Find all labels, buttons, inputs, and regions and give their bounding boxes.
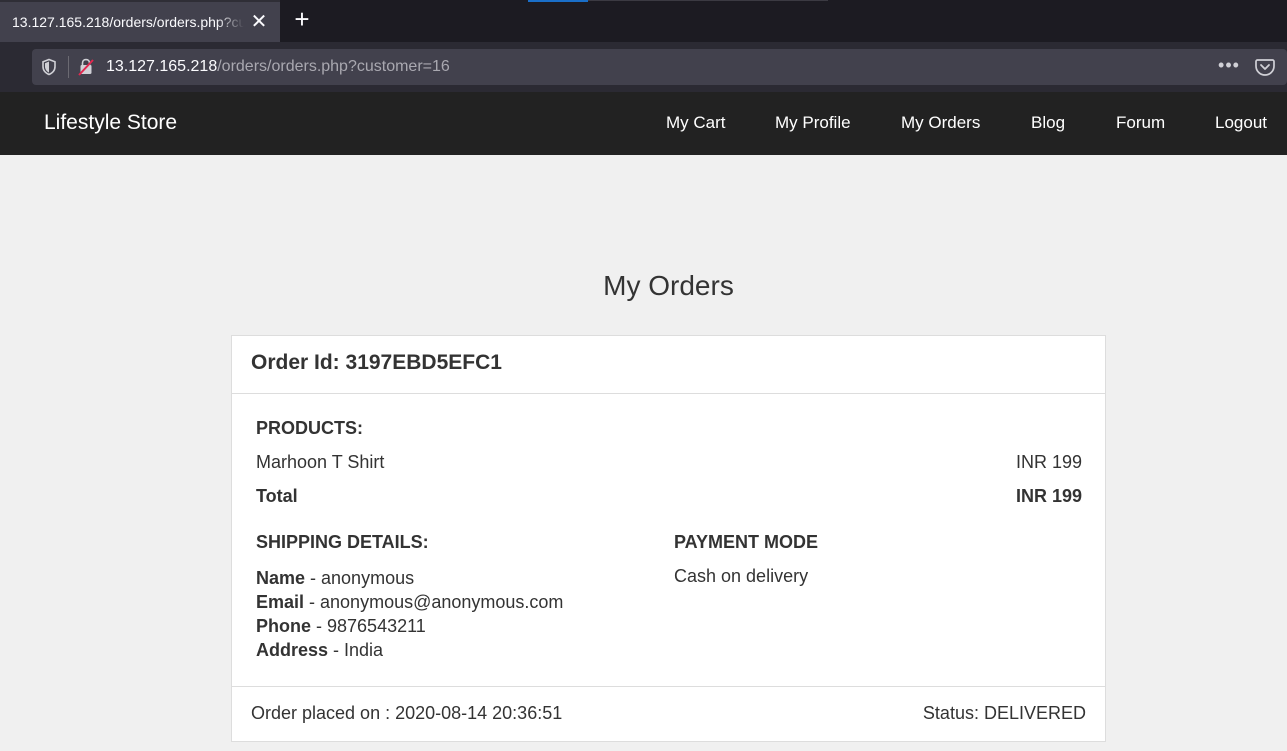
- shipping-address-label: Address: [256, 640, 329, 660]
- total-row: Total INR 199: [256, 486, 1082, 507]
- nav-forum[interactable]: Forum: [1116, 113, 1165, 133]
- tabbar-topline: [588, 0, 828, 1]
- brand-logo[interactable]: Lifestyle Store: [44, 111, 177, 135]
- url-separator: [68, 56, 69, 78]
- total-value: INR 199: [1015, 486, 1082, 506]
- order-panel: Order Id: 3197EBD5EFC1 PRODUCTS: Marhoon…: [231, 335, 1106, 742]
- tab-title: 13.127.165.218/orders/orders.php?custome…: [12, 14, 244, 30]
- more-icon[interactable]: •••: [1218, 55, 1240, 77]
- nav-my-cart[interactable]: My Cart: [666, 113, 726, 133]
- url-text[interactable]: 13.127.165.218/orders/orders.php?custome…: [106, 58, 450, 76]
- nav-logout[interactable]: Logout: [1215, 113, 1267, 133]
- pocket-icon[interactable]: [1254, 56, 1276, 78]
- shipping-email-line: Email - anonymous@anonymous.com: [256, 590, 563, 614]
- product-row: Marhoon T Shirt INR 199: [256, 452, 1082, 473]
- insecure-lock-icon[interactable]: [76, 57, 96, 77]
- url-path: /orders/orders.php?customer=16: [217, 58, 450, 75]
- nav-blog[interactable]: Blog: [1031, 113, 1065, 133]
- shipping-phone-line: Phone - 9876543211: [256, 614, 563, 638]
- shipping-phone-value: - 9876543211: [311, 616, 426, 636]
- order-panel-footer: Order placed on : 2020-08-14 20:36:51 St…: [232, 686, 1105, 741]
- url-bar[interactable]: 13.127.165.218/orders/orders.php?custome…: [32, 49, 1287, 85]
- url-host: 13.127.165.218: [106, 58, 218, 75]
- shipping-name-line: Name - anonymous: [256, 566, 563, 590]
- order-panel-header: Order Id: 3197EBD5EFC1: [232, 336, 1105, 394]
- order-placed-on: Order placed on : 2020-08-14 20:36:51: [251, 703, 563, 723]
- nav-my-orders[interactable]: My Orders: [901, 113, 980, 133]
- close-tab-icon[interactable]: ✕: [248, 11, 270, 33]
- shipping-phone-label: Phone: [256, 616, 312, 636]
- shipping-address-line: Address - India: [256, 638, 563, 662]
- product-name: Marhoon T Shirt: [256, 452, 385, 472]
- product-price: INR 199: [1015, 452, 1082, 472]
- order-status: Status: DELIVERED: [922, 703, 1086, 723]
- page-title: My Orders: [603, 270, 734, 301]
- shipping-name-value: - anonymous: [305, 568, 415, 588]
- products-heading: PRODUCTS:: [256, 418, 363, 438]
- tabbar-accent: [528, 0, 588, 2]
- shipping-address-value: - India: [328, 640, 384, 660]
- payment-heading: PAYMENT MODE: [674, 532, 819, 552]
- browser-toolbar: 13.127.165.218/orders/orders.php?custome…: [0, 42, 1287, 92]
- new-tab-icon[interactable]: +: [288, 6, 316, 34]
- shipping-heading: SHIPPING DETAILS:: [256, 532, 429, 552]
- browser-tab-active[interactable]: 13.127.165.218/orders/orders.php?custome…: [0, 0, 280, 42]
- total-label: Total: [256, 486, 298, 506]
- shipping-email-value: - anonymous@anonymous.com: [304, 592, 564, 612]
- shipping-name-label: Name: [256, 568, 306, 588]
- browser-tabbar: 13.127.165.218/orders/orders.php?custome…: [0, 0, 1287, 42]
- order-id: Order Id: 3197EBD5EFC1: [251, 351, 502, 374]
- shipping-details: Name - anonymous Email - anonymous@anony…: [256, 566, 563, 662]
- site-header: Lifestyle Store My Cart My Profile My Or…: [0, 92, 1287, 155]
- nav-my-profile[interactable]: My Profile: [775, 113, 851, 133]
- payment-value: Cash on delivery: [674, 566, 809, 586]
- shield-icon[interactable]: [40, 58, 58, 76]
- shipping-email-label: Email: [256, 592, 305, 612]
